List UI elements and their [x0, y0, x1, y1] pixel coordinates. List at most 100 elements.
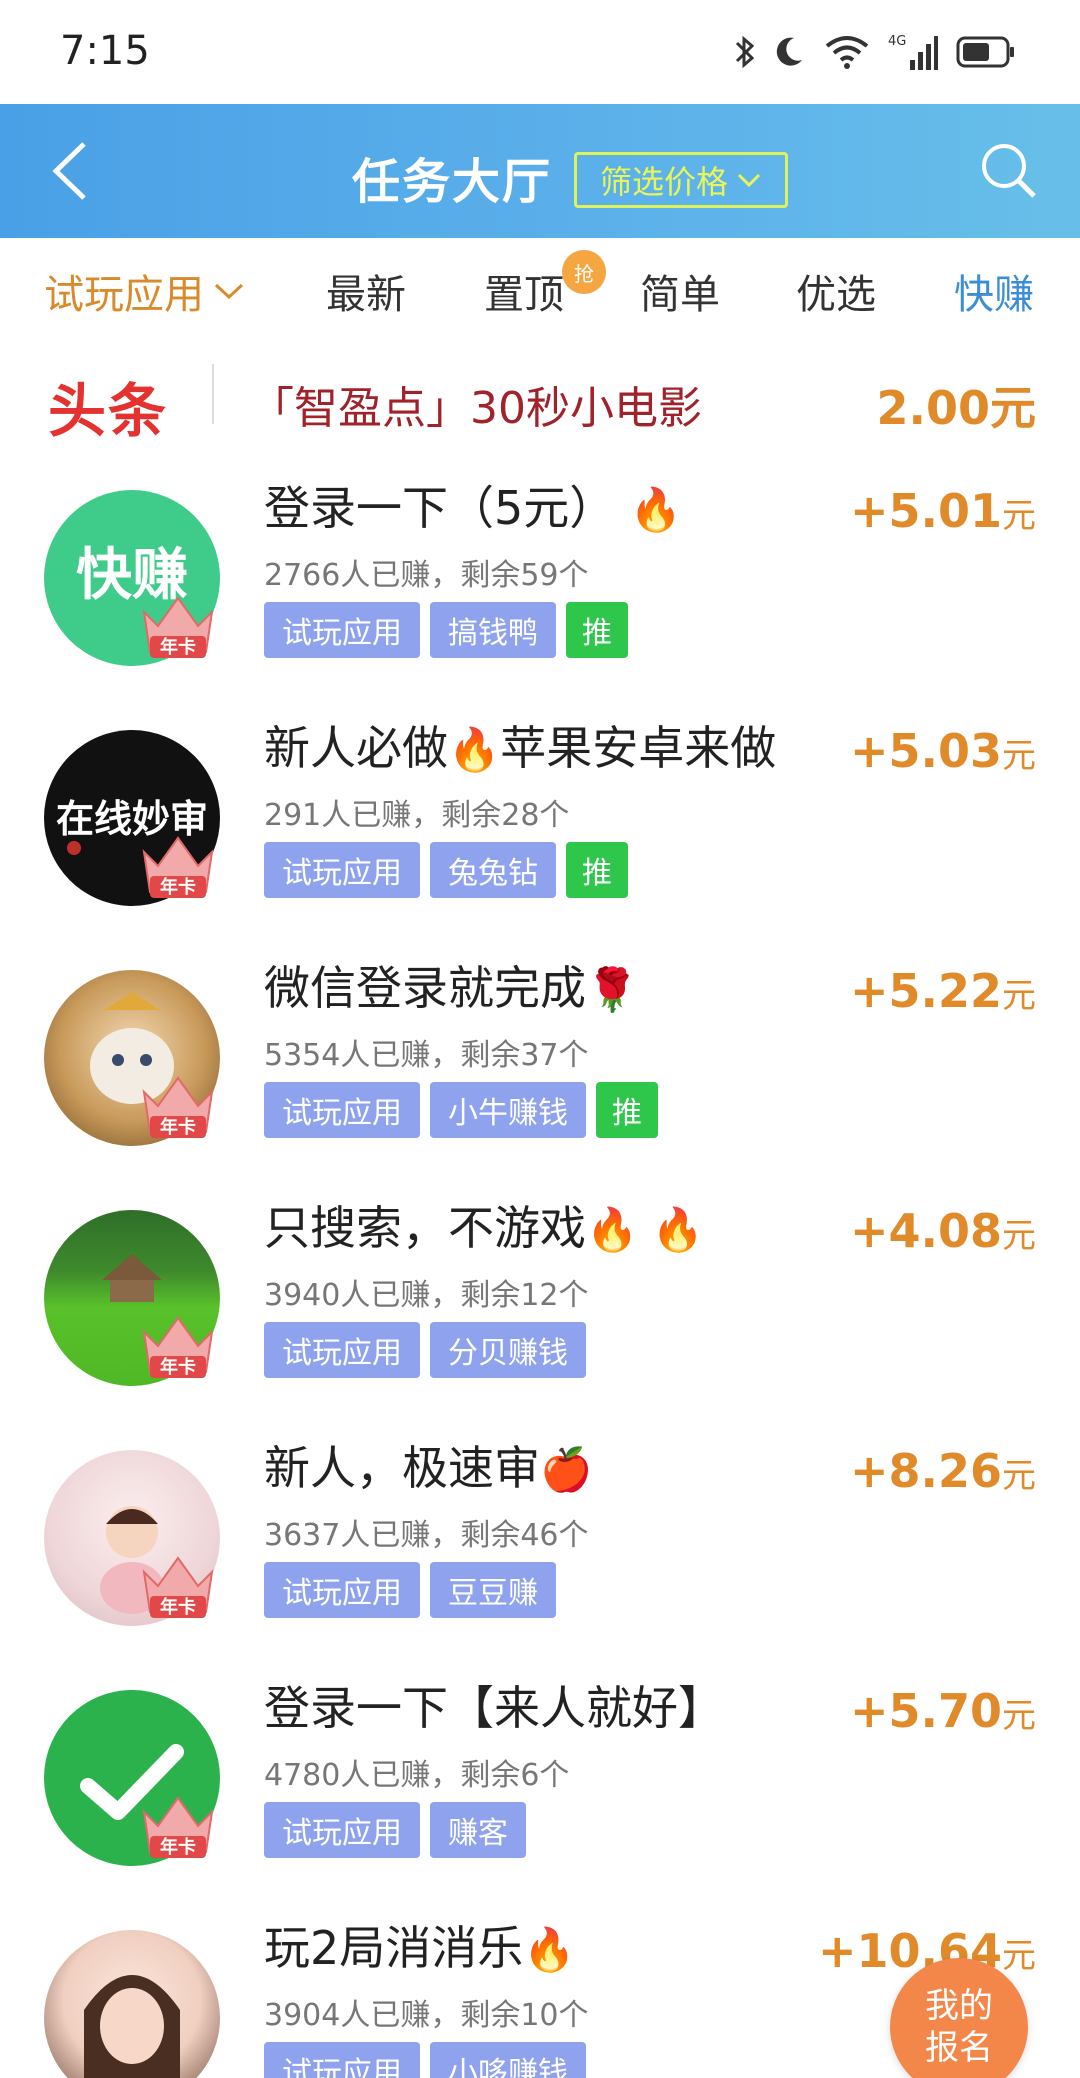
- fire-icon: 🔥 🔥: [586, 1205, 704, 1254]
- battery-icon: [956, 35, 1016, 69]
- task-title: 登录一下（5元） 🔥: [264, 472, 682, 538]
- tab-category-label: 试玩应用: [44, 272, 204, 318]
- annual-card-badge: 年卡: [136, 1782, 220, 1866]
- tag-app: 兔兔钻: [430, 842, 556, 898]
- grab-badge: 抢: [562, 250, 606, 294]
- headline-text: 「智盈点」30秒小电影: [250, 383, 702, 434]
- chevron-left-icon: [52, 142, 86, 200]
- task-title: 新人必做🔥苹果安卓来做: [264, 712, 776, 778]
- divider: [212, 364, 214, 424]
- annual-card-badge: 年卡: [136, 1062, 220, 1146]
- headline-banner[interactable]: 头条 「智盈点」30秒小电影 2.00元: [0, 350, 1080, 445]
- tag-app: 小哆赚钱: [430, 2042, 586, 2078]
- task-price-value: +5.01: [849, 484, 1002, 538]
- task-meta: 2766人已赚，剩余59个: [264, 558, 589, 593]
- task-meta: 3904人已赚，剩余10个: [264, 1998, 589, 2033]
- task-tags: 试玩应用 赚客: [264, 1802, 526, 1858]
- headline-price: 2.00元: [876, 381, 1037, 435]
- task-price-value: +8.26: [849, 1444, 1002, 1498]
- task-title: 只搜索，不游戏🔥 🔥: [264, 1192, 704, 1258]
- task-price-unit: 元: [1002, 1456, 1036, 1496]
- back-button[interactable]: [44, 138, 104, 204]
- task-price-unit: 元: [1002, 1936, 1036, 1976]
- tag-category: 试玩应用: [264, 1082, 420, 1138]
- task-title-text: 新人必做: [264, 721, 448, 775]
- filter-price-button[interactable]: 筛选价格: [574, 152, 788, 208]
- crown-label: 年卡: [160, 1356, 196, 1378]
- task-price: +5.22元: [850, 964, 1036, 1018]
- task-item[interactable]: 在线妙审 年卡 新人必做🔥苹果安卓来做 291人已赚，剩余28个 试玩应用 兔兔…: [0, 700, 1080, 940]
- tag-app: 搞钱鸭: [430, 602, 556, 658]
- task-title-text: 登录一下（5元）: [264, 481, 616, 535]
- task-item[interactable]: 年卡 新人，极速审🍎 3637人已赚，剩余46个 试玩应用 豆豆赚 +8.26元: [0, 1420, 1080, 1660]
- task-title-text: 只搜索，不游戏: [264, 1201, 586, 1255]
- task-price-unit: 元: [1002, 736, 1036, 776]
- app-header: 任务大厅 筛选价格: [0, 104, 1080, 238]
- task-price-value: +4.08: [849, 1204, 1002, 1258]
- tag-category: 试玩应用: [264, 602, 420, 658]
- crown-label: 年卡: [160, 636, 196, 658]
- task-title: 登录一下【来人就好】: [264, 1681, 724, 1735]
- task-title-text: 微信登录就完成: [264, 961, 586, 1015]
- tab-simple[interactable]: 简单: [640, 262, 720, 320]
- crown-label: 年卡: [160, 1836, 196, 1858]
- headline-logo: 头条: [48, 377, 169, 445]
- tag-category: 试玩应用: [264, 842, 420, 898]
- tag-category: 试玩应用: [264, 1562, 420, 1618]
- task-price-value: +5.70: [849, 1684, 1002, 1738]
- task-title-text: 玩2局消消乐: [264, 1921, 524, 1975]
- task-price-unit: 元: [1002, 976, 1036, 1016]
- annual-card-badge: 年卡: [136, 822, 220, 906]
- category-tabs: 试玩应用 最新 置顶 简单 优选 快赚: [0, 238, 1080, 342]
- apple-icon: 🍎: [540, 1445, 593, 1494]
- tab-pinned[interactable]: 置顶: [484, 262, 564, 320]
- status-time: 7:15: [60, 28, 150, 74]
- bluetooth-icon: [734, 34, 756, 70]
- search-button[interactable]: [976, 138, 1042, 204]
- task-price: +5.70元: [850, 1684, 1036, 1738]
- tag-app: 赚客: [430, 1802, 526, 1858]
- task-meta: 291人已赚，剩余28个: [264, 798, 570, 833]
- rose-icon: 🌹: [586, 965, 639, 1014]
- task-title: 微信登录就完成🌹: [264, 952, 638, 1018]
- tab-category-dropdown[interactable]: 试玩应用: [44, 262, 246, 320]
- annual-card-badge: 年卡: [136, 1542, 220, 1626]
- annual-card-badge: 年卡: [136, 582, 220, 666]
- wifi-icon: [824, 34, 870, 70]
- task-price-unit: 元: [1002, 1216, 1036, 1256]
- task-avatar: [44, 1930, 220, 2078]
- fire-icon: 🔥: [448, 725, 501, 774]
- task-price: +4.08元: [850, 1204, 1036, 1258]
- tag-recommend: 推: [596, 1082, 658, 1138]
- crown-label: 年卡: [160, 1596, 196, 1618]
- page-title: 任务大厅: [352, 154, 553, 210]
- task-tags: 试玩应用 小牛赚钱 推: [264, 1082, 658, 1138]
- task-item[interactable]: 快赚 年卡 登录一下（5元） 🔥 2766人已赚，剩余59个 试玩应用 搞钱鸭 …: [0, 460, 1080, 700]
- task-item[interactable]: 年卡 微信登录就完成🌹 5354人已赚，剩余37个 试玩应用 小牛赚钱 推 +5…: [0, 940, 1080, 1180]
- task-price-unit: 元: [1002, 1696, 1036, 1736]
- task-tags: 试玩应用 分贝赚钱: [264, 1322, 586, 1378]
- crown-label: 年卡: [160, 1116, 196, 1138]
- task-item[interactable]: 年卡 只搜索，不游戏🔥 🔥 3940人已赚，剩余12个 试玩应用 分贝赚钱 +4…: [0, 1180, 1080, 1420]
- tag-recommend: 推: [566, 602, 628, 658]
- task-price: +5.01元: [850, 484, 1036, 538]
- fire-icon: 🔥: [523, 1925, 576, 1974]
- signal-icon: 4G: [888, 32, 938, 72]
- filter-price-label: 筛选价格: [599, 163, 728, 201]
- tab-newest[interactable]: 最新: [326, 262, 406, 320]
- task-tags: 试玩应用 搞钱鸭 推: [264, 602, 628, 658]
- task-meta: 5354人已赚，剩余37个: [264, 1038, 589, 1073]
- tab-quick-earn[interactable]: 快赚: [954, 262, 1034, 320]
- task-price: +5.03元: [850, 724, 1036, 778]
- tab-featured[interactable]: 优选: [796, 262, 876, 320]
- task-item[interactable]: 年卡 登录一下【来人就好】 4780人已赚，剩余6个 试玩应用 赚客 +5.70…: [0, 1660, 1080, 1900]
- task-title: 新人，极速审🍎: [264, 1432, 592, 1498]
- task-price-value: +5.03: [849, 724, 1002, 778]
- tag-category: 试玩应用: [264, 1802, 420, 1858]
- task-price: +8.26元: [850, 1444, 1036, 1498]
- chevron-down-icon: [214, 283, 244, 300]
- crown-label: 年卡: [160, 876, 196, 898]
- fire-icon: 🔥: [629, 485, 683, 534]
- status-bar: 7:15 4G: [0, 0, 1080, 104]
- task-title: 玩2局消消乐🔥: [264, 1912, 576, 1978]
